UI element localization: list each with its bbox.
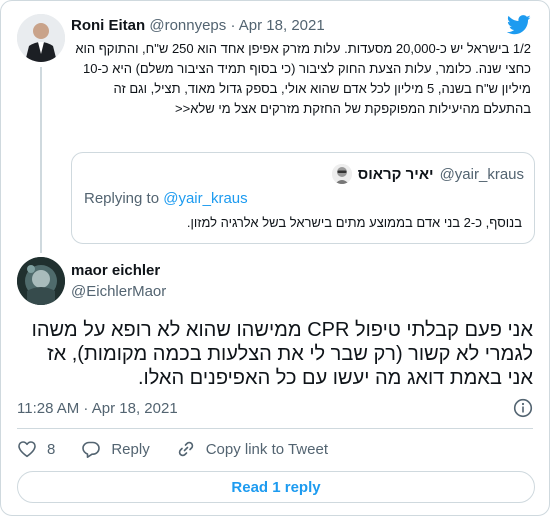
- replying-prefix: Replying to: [84, 190, 160, 207]
- reply-button[interactable]: Reply: [81, 439, 150, 459]
- main-avatar[interactable]: [17, 257, 65, 305]
- reply-icon: [82, 441, 101, 458]
- parent-tweet-text: 1/2 בישראל יש כ-20,000 מסעדות. עלות מזרק…: [75, 41, 531, 116]
- quote-avatar: [331, 164, 352, 184]
- quoted-tweet[interactable]: יאיר קראוס @yair_kraus Replying to @yair…: [71, 152, 535, 244]
- divider: [17, 428, 533, 429]
- like-button[interactable]: 8: [17, 439, 55, 459]
- main-handle[interactable]: @EichlerMaor: [71, 283, 166, 300]
- replying-handle-link[interactable]: @yair_kraus: [163, 190, 247, 207]
- main-tweet-text: אני פעם קבלתי טיפול CPR ממישהו שהוא לא ר…: [31, 319, 533, 389]
- like-count: 8: [47, 440, 56, 458]
- parent-handle[interactable]: @ronnyeps: [149, 17, 226, 34]
- copy-link-label: Copy link to Tweet: [205, 440, 328, 458]
- main-author-name[interactable]: maor eichler: [71, 262, 160, 279]
- action-bar: 8 Reply Copy link to Tweet: [17, 438, 354, 460]
- parent-author-name[interactable]: Roni Eitan: [71, 17, 145, 34]
- twitter-bird-icon[interactable]: [507, 15, 531, 35]
- parent-date[interactable]: Apr 18, 2021: [239, 17, 325, 34]
- read-reply-label: Read 1 reply: [231, 478, 321, 496]
- parent-avatar[interactable]: [17, 14, 65, 62]
- quote-replying-to: Replying to @yair_kraus: [84, 190, 248, 207]
- heart-icon: [18, 441, 36, 458]
- parent-separator: ·: [230, 17, 236, 34]
- quote-text: בנוסף, כ-2 בני אדם בממוצע מתים בישראל בש…: [186, 215, 522, 230]
- tweet-card: Roni Eitan @ronnyeps · Apr 18, 2021 1/2 …: [0, 0, 550, 516]
- link-icon: [178, 441, 193, 457]
- reply-label: Reply: [111, 440, 150, 458]
- copy-link-button[interactable]: Copy link to Tweet: [176, 439, 328, 459]
- quote-header: יאיר קראוס @yair_kraus: [331, 164, 524, 184]
- thread-line: [40, 67, 42, 253]
- quote-handle: @yair_kraus: [439, 165, 524, 183]
- parent-header: Roni Eitan @ronnyeps · Apr 18, 2021: [71, 17, 325, 34]
- quote-author-name: יאיר קראוס: [357, 165, 434, 183]
- read-reply-button[interactable]: Read 1 reply: [17, 471, 535, 503]
- tweet-timestamp[interactable]: 11:28 AM · Apr 18, 2021: [17, 400, 178, 417]
- info-icon[interactable]: [513, 398, 533, 418]
